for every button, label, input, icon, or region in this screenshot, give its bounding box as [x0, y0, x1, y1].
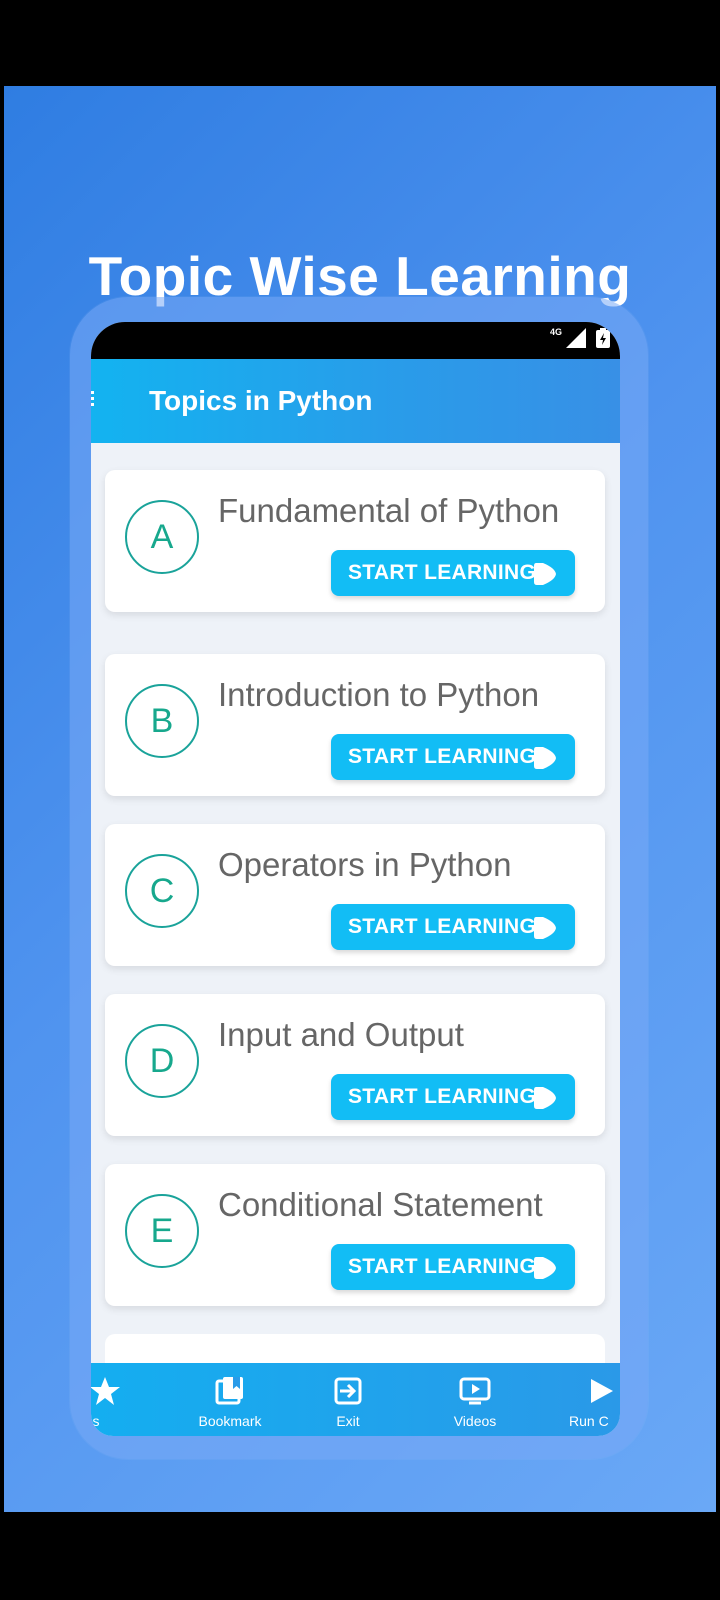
topic-title: Input and Output — [218, 1016, 464, 1053]
topic-card-d[interactable]: D Input and Output START LEARNING — [105, 994, 605, 1136]
topic-list[interactable]: A Fundamental of Python START LEARNING B… — [91, 443, 620, 1394]
start-learning-label: START LEARNING — [348, 745, 537, 768]
play-icon — [591, 1379, 613, 1403]
battery-charging-icon — [596, 328, 610, 348]
topic-letter-badge: D — [125, 1024, 199, 1098]
nav-rate-us[interactable]: e us — [91, 1363, 131, 1436]
topic-letter-badge: A — [125, 500, 199, 574]
nav-bookmark[interactable]: Bookmark — [185, 1363, 275, 1436]
start-learning-label: START LEARNING — [348, 915, 537, 938]
app-bar: Topics in Python — [91, 359, 620, 443]
nav-label: e us — [91, 1413, 100, 1429]
nav-exit[interactable]: Exit — [313, 1363, 383, 1436]
video-icon — [459, 1377, 491, 1405]
nav-label: Videos — [453, 1413, 497, 1429]
bookmark-icon — [215, 1377, 243, 1405]
topic-card-a[interactable]: A Fundamental of Python START LEARNING — [105, 470, 605, 612]
topic-letter-badge: B — [125, 684, 199, 758]
start-learning-button[interactable]: START LEARNING — [331, 550, 575, 596]
start-learning-button[interactable]: START LEARNING — [331, 734, 575, 780]
app-bar-title: Topics in Python — [149, 385, 373, 416]
topic-letter-badge: C — [125, 854, 199, 928]
menu-icon[interactable] — [91, 391, 95, 409]
topic-card-c[interactable]: C Operators in Python START LEARNING — [105, 824, 605, 966]
network-type: 4G — [549, 327, 562, 337]
topic-title: Conditional Statement — [218, 1186, 543, 1223]
start-learning-button[interactable]: START LEARNING — [331, 1074, 575, 1120]
topic-letter-badge: E — [125, 1194, 199, 1268]
topic-title: Introduction to Python — [218, 676, 540, 713]
play-icon — [534, 917, 556, 939]
bottom-navigation: e us Bookmark Exit Videos Run C — [91, 1363, 620, 1436]
start-learning-label: START LEARNING — [348, 561, 537, 584]
nav-label: Exit — [336, 1413, 360, 1429]
nav-label: Bookmark — [198, 1413, 262, 1429]
play-icon — [534, 1087, 556, 1109]
topic-card-e[interactable]: E Conditional Statement START LEARNING — [105, 1164, 605, 1306]
start-learning-label: START LEARNING — [348, 1255, 537, 1278]
status-bar: 4G — [91, 322, 620, 359]
play-icon — [534, 747, 556, 769]
nav-label: Run C — [569, 1413, 609, 1429]
nav-run-code[interactable]: Run C — [559, 1363, 620, 1436]
topic-title: Fundamental of Python — [218, 492, 560, 529]
topic-card-b[interactable]: B Introduction to Python START LEARNING — [105, 654, 605, 796]
star-icon — [91, 1377, 120, 1405]
topic-title: Operators in Python — [218, 846, 512, 883]
start-learning-button[interactable]: START LEARNING — [331, 1244, 575, 1290]
phone-screen: 4G Topics in Python A Fundamental of Pyt… — [91, 322, 620, 1436]
signal-icon — [566, 328, 586, 348]
start-learning-label: START LEARNING — [348, 1085, 537, 1108]
nav-videos[interactable]: Videos — [435, 1363, 515, 1436]
play-icon — [534, 563, 556, 585]
exit-icon — [334, 1377, 362, 1405]
start-learning-button[interactable]: START LEARNING — [331, 904, 575, 950]
play-icon — [534, 1257, 556, 1279]
